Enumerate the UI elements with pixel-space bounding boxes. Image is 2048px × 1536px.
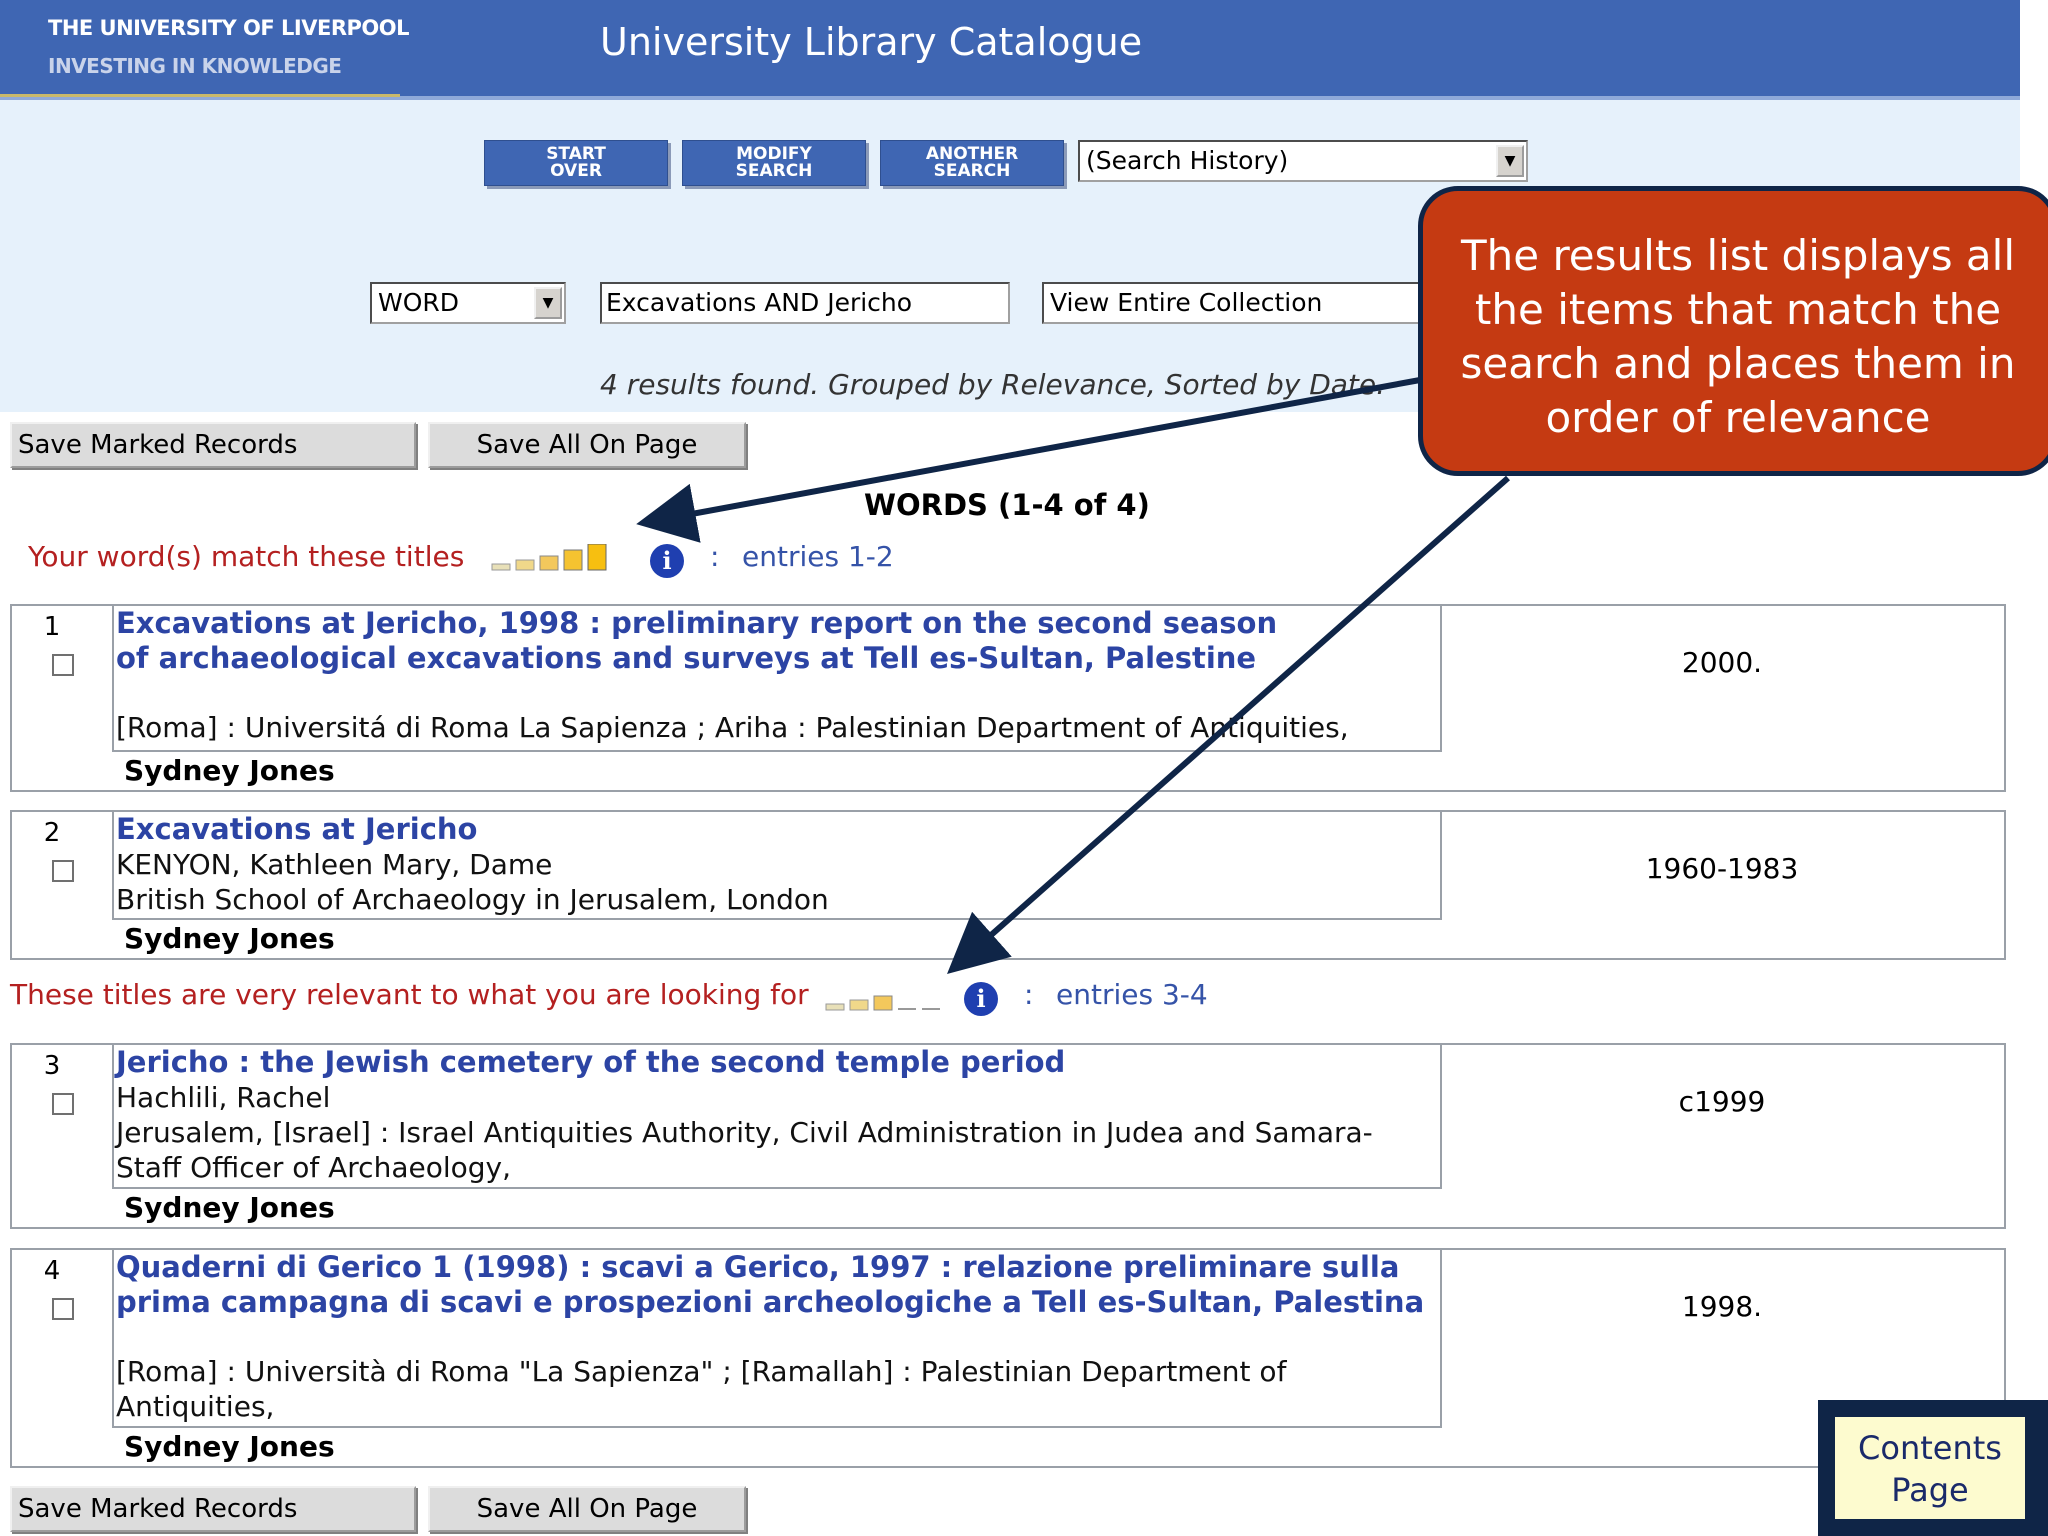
contents-page-label: Contents Page bbox=[1832, 1414, 2028, 1522]
explanation-callout: The results list displays all the items … bbox=[1418, 186, 2048, 476]
arrow-to-group-2 bbox=[947, 475, 1510, 974]
contents-label-line2: Page bbox=[1891, 1471, 1969, 1509]
arrow-to-group-1 bbox=[636, 377, 1421, 543]
contents-label-line1: Contents bbox=[1858, 1429, 2002, 1467]
contents-page-button[interactable]: Contents Page bbox=[1818, 1400, 2048, 1536]
